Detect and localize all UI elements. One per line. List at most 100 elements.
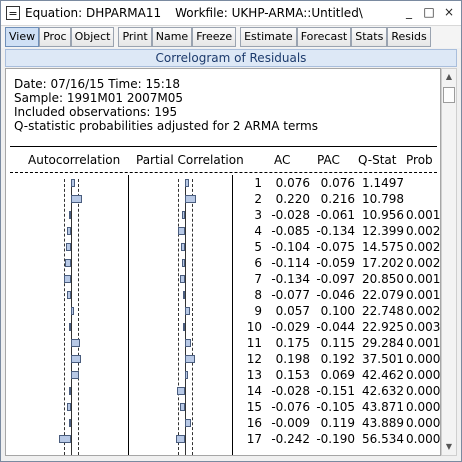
lag-cell: 8	[254, 288, 262, 302]
workfile-label: Workfile: UKHP-ARMA::Untitled\	[175, 6, 363, 20]
freeze-button[interactable]: Freeze	[192, 27, 237, 47]
lag-cell: 16	[246, 416, 262, 430]
col-prob: Prob	[406, 153, 433, 167]
forecast-button[interactable]: Forecast	[296, 27, 352, 47]
prob-cell: 0.001	[406, 288, 441, 302]
table-row: 6 -0.114 -0.059 17.202 0.002	[6, 255, 441, 271]
scroll-thumb[interactable]	[443, 87, 455, 103]
prob-cell: 0.003	[406, 320, 441, 334]
pac-bar	[179, 403, 185, 411]
date-time-line: Date: 07/16/15 Time: 15:18	[14, 77, 181, 91]
ac-bar	[67, 291, 71, 299]
prob-cell: 0.001	[406, 272, 441, 286]
lag-cell: 9	[254, 304, 262, 318]
ac-cell: -0.077	[271, 288, 310, 302]
pac-cell: -0.075	[316, 240, 355, 254]
pac-cell: -0.134	[316, 224, 355, 238]
ac-cell: -0.009	[271, 416, 310, 430]
prob-cell: 0.000	[406, 416, 441, 430]
table-row: 16 -0.009 0.119 43.889 0.000	[6, 415, 441, 431]
lag-cell: 1	[254, 176, 262, 190]
pac-bar	[181, 243, 185, 251]
table-row: 10 -0.029 -0.044 22.925 0.003	[6, 319, 441, 335]
ac-bar	[69, 211, 71, 219]
col-pac: PAC	[317, 153, 340, 167]
scroll-down-icon[interactable]: ▼	[442, 439, 456, 455]
prob-cell: 0.000	[406, 368, 441, 382]
ac-cell: -0.076	[271, 400, 310, 414]
pac-cell: 0.115	[320, 336, 355, 350]
pac-bar	[178, 227, 185, 235]
info-block: Date: 07/16/15 Time: 15:18 Sample: 1991M…	[14, 77, 318, 133]
ac-bar	[65, 243, 71, 251]
qstat-cell: 43.889	[362, 416, 404, 430]
ac-cell: -0.104	[271, 240, 310, 254]
lag-cell: 5	[254, 240, 262, 254]
col-autocorrelation: Autocorrelation	[28, 153, 121, 167]
pac-cell: 0.192	[320, 352, 355, 366]
name-button[interactable]: Name	[151, 27, 193, 47]
qstat-cell: 17.202	[362, 256, 404, 270]
ac-cell: 0.153	[275, 368, 310, 382]
ac-bar	[71, 179, 75, 187]
stats-button[interactable]: Stats	[351, 27, 388, 47]
minimize-button[interactable]: _	[401, 5, 417, 19]
pac-bar	[185, 307, 190, 315]
qstat-cell: 10.798	[362, 192, 404, 206]
svg-text:=: =	[8, 7, 17, 20]
vertical-scrollbar[interactable]: ▲ ▼	[441, 68, 457, 456]
qstat-cell: 22.925	[362, 320, 404, 334]
pac-bar	[182, 323, 185, 331]
lag-cell: 11	[246, 336, 262, 350]
scroll-up-icon[interactable]: ▲	[442, 69, 456, 85]
ac-cell: -0.028	[271, 208, 310, 222]
ac-bar	[71, 339, 80, 347]
ac-cell: 0.057	[275, 304, 310, 318]
qstat-cell: 12.399	[362, 224, 404, 238]
ac-bar	[69, 323, 71, 331]
ac-cell: -0.085	[271, 224, 310, 238]
qstat-cell: 29.284	[362, 336, 404, 350]
pac-cell: -0.059	[316, 256, 355, 270]
prob-cell: 0.002	[406, 304, 441, 318]
pac-bar	[177, 387, 185, 395]
print-button[interactable]: Print	[118, 27, 152, 47]
pac-cell: 0.069	[320, 368, 355, 382]
estimate-button[interactable]: Estimate	[240, 27, 297, 47]
ac-cell: 0.220	[275, 192, 310, 206]
pac-bar	[185, 371, 189, 379]
col-qstat: Q-Stat	[358, 153, 397, 167]
ac-cell: -0.242	[271, 432, 310, 446]
correlogram-output[interactable]: Date: 07/16/15 Time: 15:18 Sample: 1991M…	[5, 68, 441, 456]
qstat-cell: 22.748	[362, 304, 404, 318]
lag-cell: 17	[246, 432, 262, 446]
pac-bar	[181, 211, 185, 219]
object-button[interactable]: Object	[70, 27, 115, 47]
pac-cell: -0.046	[316, 288, 355, 302]
separator-header	[10, 172, 437, 173]
resids-button[interactable]: Resids	[387, 27, 431, 47]
qstat-cell: 42.632	[362, 384, 404, 398]
qstat-cell: 56.534	[362, 432, 404, 446]
lag-cell: 2	[254, 192, 262, 206]
title-bar[interactable]: = Equation: DHPARMA11 Workfile: UKHP-ARMA…	[1, 1, 461, 26]
ac-bar	[58, 435, 71, 443]
lag-cell: 14	[246, 384, 262, 398]
close-button[interactable]: ×	[441, 5, 457, 19]
pac-cell: 0.076	[320, 176, 355, 190]
prob-cell: 0.002	[406, 256, 441, 270]
prob-cell: 0.000	[406, 400, 441, 414]
prob-cell: 0.001	[406, 208, 441, 222]
pac-bar	[175, 435, 185, 443]
table-row: 5 -0.104 -0.075 14.575 0.002	[6, 239, 440, 255]
pac-bar	[185, 179, 189, 187]
table-row: 17 -0.242 -0.190 56.534 0.000	[6, 431, 441, 447]
lag-cell: 13	[246, 368, 262, 382]
proc-button[interactable]: Proc	[39, 27, 71, 47]
prob-cell: 0.000	[406, 432, 441, 446]
qstat-cell: 14.575	[362, 240, 404, 254]
qstat-cell: 1.1497	[362, 176, 404, 190]
pac-bar	[185, 419, 191, 427]
maximize-button[interactable]: □	[421, 5, 437, 19]
view-button[interactable]: View	[5, 27, 40, 47]
